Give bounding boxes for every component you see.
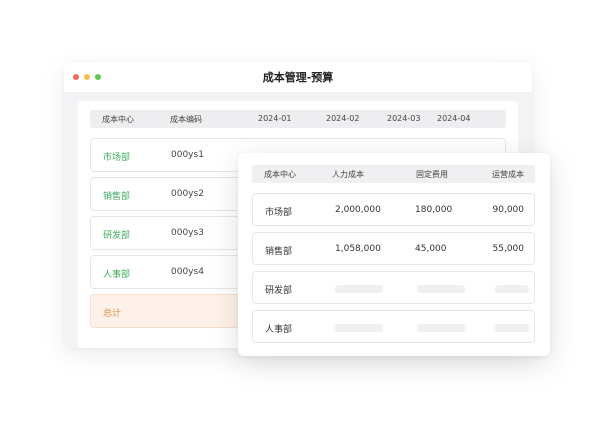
loading-placeholder — [417, 324, 465, 332]
labor-cost-value: 1,058,000 — [335, 244, 381, 254]
cost-center-name: 人事部 — [265, 325, 293, 335]
fixed-cost-value: 180,000 — [415, 205, 453, 215]
cost-center-name: 人事部 — [103, 270, 131, 280]
table-header: 成本中心 人力成本 固定费用 运营成本 — [252, 165, 535, 183]
table-header: 成本中心 成本编码 2024-01 2024-02 2024-03 2024-0… — [90, 110, 506, 128]
table-row[interactable]: 研发部 — [252, 271, 535, 304]
column-header-cost-code: 成本编码 — [170, 115, 202, 124]
cost-center-name: 市场部 — [265, 208, 293, 218]
cost-center-name: 研发部 — [265, 286, 293, 296]
column-header-operating-cost: 运营成本 — [492, 170, 524, 179]
cost-center-name: 研发部 — [103, 231, 131, 241]
cost-code: 000ys3 — [171, 228, 204, 238]
cost-code: 000ys4 — [171, 267, 204, 277]
loading-placeholder — [417, 285, 465, 293]
table-row[interactable]: 销售部 1,058,000 45,000 55,000 — [252, 232, 535, 265]
loading-placeholder — [335, 324, 383, 332]
window-title: 成本管理-预算 — [262, 71, 334, 84]
column-header-cost-center: 成本中心 — [102, 115, 134, 124]
column-header-2024-03: 2024-03 — [387, 114, 421, 123]
cost-center-name: 市场部 — [103, 153, 131, 163]
loading-placeholder — [335, 285, 383, 293]
loading-placeholder — [495, 324, 529, 332]
column-header-2024-01: 2024-01 — [258, 114, 292, 123]
cost-breakdown-panel: 成本中心 人力成本 固定费用 运营成本 市场部 2,000,000 180,00… — [238, 153, 550, 356]
column-header-cost-center: 成本中心 — [264, 170, 296, 179]
cost-center-name: 销售部 — [265, 247, 293, 257]
table-row[interactable]: 市场部 2,000,000 180,000 90,000 — [252, 193, 535, 226]
cost-center-name: 销售部 — [103, 192, 131, 202]
column-header-labor-cost: 人力成本 — [332, 170, 364, 179]
table-row[interactable]: 人事部 — [252, 310, 535, 343]
operating-cost-value: 90,000 — [492, 205, 525, 215]
column-header-fixed-cost: 固定费用 — [416, 170, 448, 179]
window-titlebar: 成本管理-预算 — [64, 62, 532, 93]
labor-cost-value: 2,000,000 — [335, 205, 381, 215]
loading-placeholder — [495, 285, 529, 293]
column-header-2024-04: 2024-04 — [437, 114, 471, 123]
column-header-2024-02: 2024-02 — [326, 114, 360, 123]
fixed-cost-value: 45,000 — [415, 244, 447, 254]
operating-cost-value: 55,000 — [492, 244, 525, 254]
cost-code: 000ys1 — [171, 150, 204, 160]
cost-code: 000ys2 — [171, 189, 204, 199]
total-label: 总计 — [103, 309, 122, 319]
